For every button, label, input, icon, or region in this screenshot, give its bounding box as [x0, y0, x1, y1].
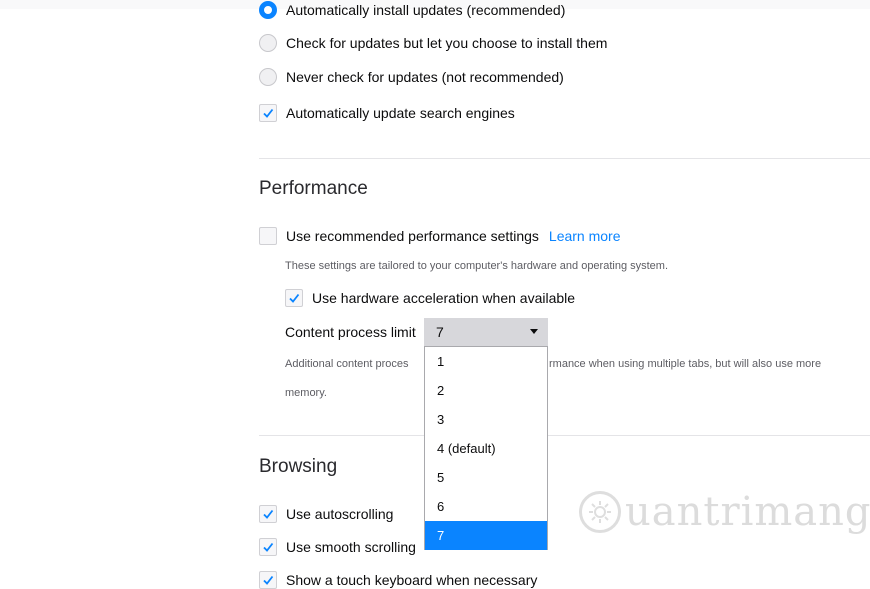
process-limit-dropdown[interactable]: 1 2 3 4 (default) 5 6 7 — [424, 346, 548, 550]
search-engines-checkbox[interactable] — [259, 104, 277, 122]
recommended-settings-row[interactable]: Use recommended performance settings Lea… — [259, 227, 621, 245]
radio-check-updates-label: Check for updates but let you choose to … — [286, 35, 608, 51]
dropdown-option[interactable]: 1 — [425, 347, 547, 376]
dropdown-option[interactable]: 4 (default) — [425, 434, 547, 463]
dropdown-option[interactable]: 3 — [425, 405, 547, 434]
dropdown-option[interactable]: 5 — [425, 463, 547, 492]
dropdown-caret-icon — [530, 329, 538, 334]
checkmark-icon — [263, 108, 274, 118]
touch-keyboard-checkbox[interactable] — [259, 571, 277, 589]
dropdown-option[interactable]: 6 — [425, 492, 547, 521]
radio-auto-install[interactable] — [259, 1, 277, 19]
hw-accel-row[interactable]: Use hardware acceleration when available — [285, 289, 575, 307]
process-note-part1: Additional content proces — [285, 358, 409, 370]
smooth-scroll-checkbox[interactable] — [259, 538, 277, 556]
search-engines-row[interactable]: Automatically update search engines — [259, 104, 515, 122]
search-engines-label: Automatically update search engines — [286, 105, 515, 121]
smooth-scroll-row[interactable]: Use smooth scrolling — [259, 538, 416, 556]
recommended-settings-label: Use recommended performance settings — [286, 228, 539, 244]
recommended-settings-checkbox[interactable] — [259, 227, 277, 245]
checkmark-icon — [289, 293, 300, 303]
radio-check-updates[interactable] — [259, 34, 277, 52]
process-limit-row: Content process limit — [285, 324, 416, 340]
autoscroll-checkbox[interactable] — [259, 505, 277, 523]
tailored-note: These settings are tailored to your comp… — [285, 260, 669, 272]
divider-updates — [259, 158, 870, 159]
autoscroll-row[interactable]: Use autoscrolling — [259, 505, 393, 523]
radio-never-check[interactable] — [259, 68, 277, 86]
browsing-heading: Browsing — [259, 456, 338, 477]
process-note-part2: rmance when using multiple tabs, but wil… — [549, 358, 822, 370]
watermark-logo-icon — [579, 491, 621, 533]
radio-auto-install-row[interactable]: Automatically install updates (recommend… — [259, 1, 565, 19]
touch-keyboard-label: Show a touch keyboard when necessary — [286, 572, 538, 588]
process-limit-value: 7 — [436, 324, 444, 340]
dropdown-option[interactable]: 2 — [425, 376, 547, 405]
hw-accel-checkbox[interactable] — [285, 289, 303, 307]
smooth-scroll-label: Use smooth scrolling — [286, 539, 416, 555]
performance-heading: Performance — [259, 178, 368, 199]
radio-check-updates-row[interactable]: Check for updates but let you choose to … — [259, 34, 607, 52]
divider-performance-right — [548, 435, 870, 436]
autoscroll-label: Use autoscrolling — [286, 506, 394, 522]
dropdown-option-selected[interactable]: 7 — [425, 521, 547, 550]
radio-never-check-label: Never check for updates (not recommended… — [286, 69, 564, 85]
process-limit-select[interactable]: 7 — [424, 318, 548, 346]
divider-performance-left — [259, 435, 424, 436]
radio-auto-install-label: Automatically install updates (recommend… — [286, 2, 566, 18]
touch-keyboard-row[interactable]: Show a touch keyboard when necessary — [259, 571, 537, 589]
watermark: uantrimang — [579, 489, 870, 535]
checkmark-icon — [263, 509, 274, 519]
watermark-text: uantrimang — [625, 489, 870, 535]
process-limit-label: Content process limit — [285, 324, 416, 340]
radio-never-check-row[interactable]: Never check for updates (not recommended… — [259, 68, 564, 86]
process-note-part3: memory. — [285, 387, 327, 399]
learn-more-link[interactable]: Learn more — [549, 228, 621, 244]
hw-accel-label: Use hardware acceleration when available — [312, 290, 576, 306]
checkmark-icon — [263, 542, 274, 552]
checkmark-icon — [263, 575, 274, 585]
